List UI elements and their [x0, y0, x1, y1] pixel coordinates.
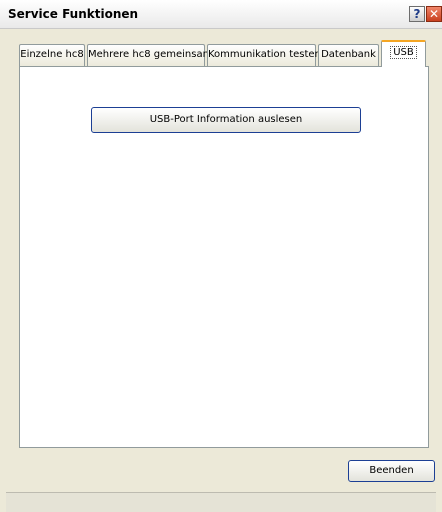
tab-kommunikation-testen[interactable]: Kommunikation testen — [207, 44, 321, 66]
service-dialog: Service Funktionen ? ✕ Einzelne hc8 Mehr… — [0, 0, 442, 512]
title-bar[interactable]: Service Funktionen ? ✕ — [0, 0, 442, 29]
window-title: Service Funktionen — [8, 7, 139, 21]
close-dialog-button[interactable]: Beenden — [348, 460, 435, 482]
close-icon[interactable]: ✕ — [426, 6, 442, 22]
tab-einzelne-hc8[interactable]: Einzelne hc8 — [19, 44, 85, 66]
tab-label: USB — [390, 46, 417, 59]
tab-usb[interactable]: USB — [381, 40, 426, 67]
usb-tab-panel: USB-Port Information auslesen — [19, 66, 429, 448]
help-icon[interactable]: ? — [409, 6, 425, 22]
tab-label: Kommunikation testen — [208, 49, 321, 60]
tab-label: Datenbank — [321, 49, 376, 60]
read-usb-info-button[interactable]: USB-Port Information auslesen — [91, 107, 361, 133]
tab-label: Einzelne hc8 — [20, 49, 84, 60]
tab-datenbank[interactable]: Datenbank — [318, 44, 379, 66]
tab-label: Mehrere hc8 gemeinsam — [88, 49, 213, 60]
tab-mehrere-hc8[interactable]: Mehrere hc8 gemeinsam — [87, 44, 212, 66]
status-bar — [6, 492, 436, 512]
